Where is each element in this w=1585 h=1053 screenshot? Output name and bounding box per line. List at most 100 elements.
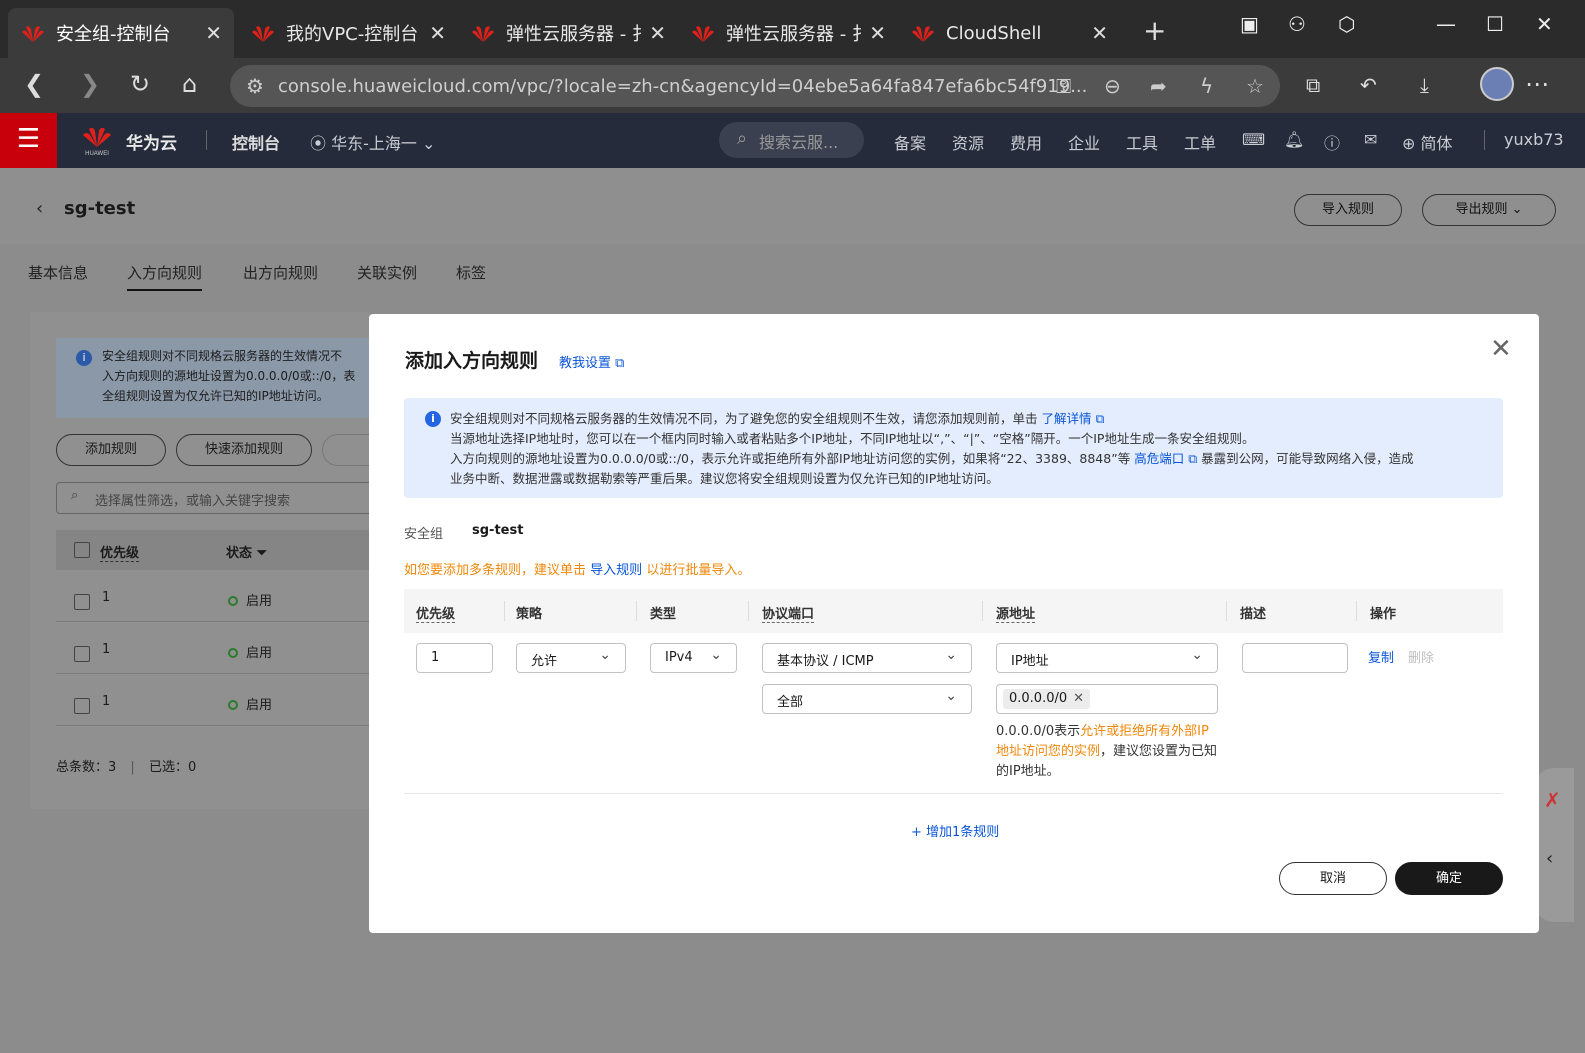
maximize-icon[interactable]: ☐ — [1486, 12, 1504, 36]
game-icon[interactable]: ⚇ — [1288, 12, 1306, 36]
history-icon[interactable]: ↶ — [1360, 73, 1377, 97]
cancel-button[interactable]: 取消 — [1279, 862, 1387, 895]
tab-basic-info[interactable]: 基本信息 — [28, 262, 88, 283]
policy-select[interactable]: 允许 ⌄ — [516, 643, 626, 673]
rules-search-input[interactable]: ⌕ 选择属性筛选，或输入关键字搜索 — [56, 482, 386, 514]
home-icon[interactable]: ⌂ — [182, 70, 197, 98]
filter-icon[interactable]: ⏷ — [257, 546, 267, 561]
nav-enterprise[interactable]: 企业 — [1068, 130, 1100, 154]
tab-close-icon[interactable]: ✕ — [429, 21, 446, 45]
row-checkbox[interactable] — [74, 698, 90, 714]
language-select[interactable]: ⊕ 简体 — [1402, 130, 1453, 154]
profile-avatar[interactable] — [1480, 67, 1514, 101]
add-one-rule-link[interactable]: + 增加1条规则 — [911, 821, 999, 840]
new-tab-icon[interactable]: + — [1143, 14, 1166, 47]
console-link[interactable]: 控制台 — [232, 130, 280, 154]
tab-inbound-rules[interactable]: 入方向规则 — [127, 262, 203, 291]
row-checkbox[interactable] — [74, 594, 90, 610]
nav-tools[interactable]: 工具 — [1126, 130, 1158, 154]
export-rules-button[interactable]: 导出规则 ⌄ — [1422, 194, 1556, 226]
back-arrow-icon[interactable]: ‹ — [36, 198, 43, 219]
import-rules-link[interactable]: 导入规则 — [590, 563, 642, 578]
browser-tab-3[interactable]: 弹性云服务器 - 扌 ✕ — [458, 8, 678, 58]
minimize-icon[interactable]: — — [1436, 12, 1456, 36]
extension-icon[interactable]: ⬡ — [1338, 12, 1355, 36]
nav-beian[interactable]: 备案 — [894, 130, 926, 154]
tab-close-icon[interactable]: ✕ — [205, 21, 222, 45]
import-rules-button[interactable]: 导入规则 — [1294, 194, 1402, 226]
workspace-icon[interactable]: ▣ — [1240, 12, 1259, 36]
tab-tags[interactable]: 标签 — [456, 262, 486, 283]
delete-rule-link[interactable]: 删除 — [1408, 647, 1434, 666]
browser-tab-2[interactable]: 我的VPC-控制台 ✕ — [238, 8, 458, 58]
tab-close-icon[interactable]: ✕ — [649, 21, 666, 45]
site-info-icon[interactable]: ⚙ — [246, 74, 264, 98]
user-menu[interactable]: yuxb73 — [1504, 130, 1564, 149]
priority-input[interactable]: 1 — [416, 643, 493, 673]
col-priority: 优先级 — [100, 542, 140, 562]
console-search[interactable]: ⌕ 搜索云服... — [719, 122, 864, 158]
reload-icon[interactable]: ↻ — [130, 70, 150, 98]
confirm-button[interactable]: 确定 — [1395, 862, 1503, 895]
description-input[interactable] — [1242, 643, 1348, 673]
chevron-down-icon: ⌄ — [710, 647, 722, 663]
type-select[interactable]: IPv4 ⌄ — [650, 643, 737, 673]
forward-icon[interactable]: ❯ — [80, 70, 100, 98]
help-setup-link[interactable]: 教我设置 ⧉ — [559, 352, 624, 371]
key-icon[interactable]: ⚿ — [1056, 74, 1071, 98]
select-all-checkbox[interactable] — [74, 542, 90, 558]
nav-ticket[interactable]: 工单 — [1184, 130, 1216, 154]
extensions-icon[interactable]: ⧉ — [1306, 73, 1320, 97]
high-risk-ports-link[interactable]: 高危端口 ⧉ — [1134, 451, 1197, 466]
source-type-select[interactable]: IP地址 ⌄ — [996, 643, 1218, 673]
back-icon[interactable]: ❮ — [24, 70, 44, 98]
port-value: 全部 — [777, 695, 804, 710]
dialog-info-box: i 安全组规则对不同规格云服务器的生效情况不同，为了避免您的安全组规则不生效，请… — [404, 398, 1503, 498]
tab-close-icon[interactable]: ✕ — [869, 21, 886, 45]
source-ip-input[interactable]: 0.0.0.0/0 ✕ — [996, 684, 1218, 714]
protocol-select[interactable]: 基本协议 / ICMP ⌄ — [762, 643, 972, 673]
brand-name[interactable]: 华为云 — [126, 129, 177, 154]
copy-rule-link[interactable]: 复制 — [1368, 647, 1394, 666]
tab-outbound-rules[interactable]: 出方向规则 — [243, 262, 318, 283]
lightning-icon[interactable]: ϟ — [1200, 74, 1213, 98]
nav-resources[interactable]: 资源 — [952, 130, 984, 154]
collapse-left-icon[interactable]: ‹ — [1546, 848, 1553, 869]
notification-bell-icon[interactable]: 🔔︎ — [1284, 130, 1304, 149]
region-select[interactable]: ⦿ 华东-上海一 ⌄ — [310, 130, 435, 154]
zoom-out-icon[interactable]: ⊖ — [1104, 74, 1121, 98]
port-select[interactable]: 全部 ⌄ — [762, 684, 972, 714]
tab-associated-instances[interactable]: 关联实例 — [357, 262, 417, 283]
batch-import-hint: 如您要添加多条规则，建议单击 导入规则 以进行批量导入。 — [404, 559, 750, 578]
dialog-close-icon[interactable]: ✕ — [1490, 334, 1512, 364]
tab-close-icon[interactable]: ✕ — [1091, 21, 1108, 45]
feedback-icon[interactable]: ✉ — [1364, 130, 1377, 149]
remove-tag-icon[interactable]: ✕ — [1073, 691, 1084, 706]
more-menu-icon[interactable]: ⋯ — [1525, 70, 1549, 98]
protocol-value: 基本协议 / ICMP — [777, 654, 874, 669]
learn-more-link[interactable]: 了解详情 ⧉ — [1042, 411, 1105, 426]
help-icon[interactable]: ⓘ — [1324, 130, 1340, 154]
download-icon[interactable]: ⤓ — [1420, 73, 1429, 97]
assistant-icon[interactable]: ✗ — [1544, 788, 1561, 812]
row-status: 启用 — [228, 590, 272, 609]
favorite-star-icon[interactable]: ☆ — [1246, 74, 1264, 98]
tab-title: 安全组-控制台 — [56, 24, 171, 45]
url-input[interactable]: ⚙ console.huaweicloud.com/vpc/?locale=zh… — [230, 65, 1280, 107]
menu-icon[interactable]: ☰ — [0, 113, 57, 168]
add-rule-button[interactable]: 添加规则 — [56, 434, 166, 466]
share-icon[interactable]: ➦ — [1150, 74, 1167, 98]
add-inbound-rule-dialog: 添加入方向规则 教我设置 ⧉ ✕ i 安全组规则对不同规格云服务器的生效情况不同… — [369, 314, 1539, 933]
row-priority: 1 — [102, 694, 111, 709]
quick-add-rule-button[interactable]: 快速添加规则 — [176, 434, 312, 466]
browser-tab-4[interactable]: 弹性云服务器 - 扌 ✕ — [678, 8, 898, 58]
row-status: 启用 — [228, 642, 272, 661]
row-checkbox[interactable] — [74, 646, 90, 662]
browser-tab-1[interactable]: 安全组-控制台 ✕ — [8, 8, 234, 58]
url-text: console.huaweicloud.com/vpc/?locale=zh-c… — [278, 76, 1088, 97]
window-close-icon[interactable]: ✕ — [1536, 12, 1553, 36]
col-type: 类型 — [650, 607, 677, 622]
nav-billing[interactable]: 费用 — [1010, 130, 1042, 154]
cloudshell-icon[interactable]: ⌨ — [1242, 130, 1265, 149]
browser-tab-5[interactable]: CloudShell ✕ — [898, 8, 1120, 58]
